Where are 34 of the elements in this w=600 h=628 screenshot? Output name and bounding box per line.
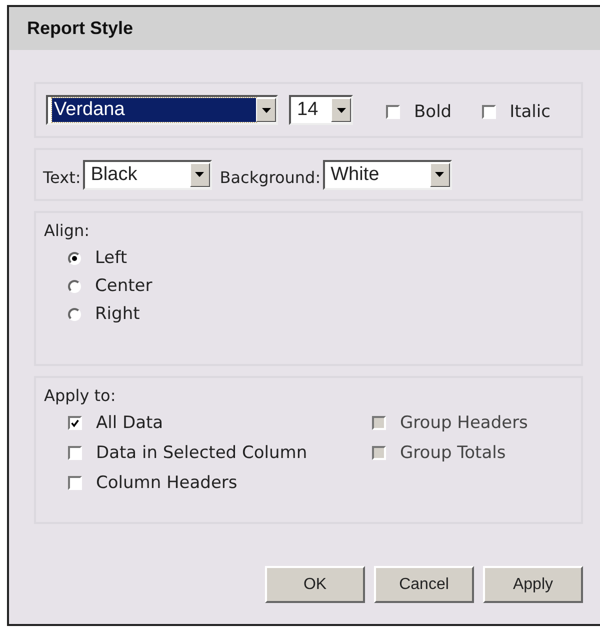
checkbox-label: Column Headers (96, 473, 238, 493)
caret-icon (331, 98, 351, 122)
dialog-button[interactable]: Apply (483, 566, 583, 603)
field-label: Background: (220, 168, 321, 187)
radio-label: Left (95, 248, 127, 268)
dialog-button[interactable]: Cancel (374, 566, 474, 603)
radio-button[interactable] (68, 280, 81, 292)
group-label: Apply to: (44, 386, 117, 405)
font-dropdown[interactable]: Verdana (46, 95, 278, 125)
group-label: Align: (44, 221, 91, 240)
checkbox-label: Group Totals (400, 443, 506, 463)
radio-label: Right (95, 304, 140, 324)
radio-button[interactable] (68, 252, 81, 264)
color-dropdown[interactable]: Black (82, 160, 212, 190)
field-label: Text: (43, 168, 81, 187)
checkbox[interactable] (386, 105, 400, 119)
caret-icon (256, 98, 276, 122)
color-dropdown[interactable]: White (322, 160, 452, 190)
checkbox[interactable] (68, 476, 82, 490)
checkbox[interactable] (68, 416, 82, 430)
checkbox-label: Group Headers (400, 413, 528, 433)
caret-icon (190, 162, 210, 186)
checkbox[interactable] (482, 105, 496, 119)
dialog-button[interactable]: OK (265, 566, 365, 603)
caret-icon (430, 162, 450, 186)
radio-label: Center (95, 276, 152, 296)
size-dropdown[interactable]: 14 (289, 95, 353, 125)
checkbox[interactable] (68, 446, 82, 460)
checkbox-label: Data in Selected Column (96, 443, 308, 463)
checkbox-label: Italic (510, 102, 550, 122)
checkbox-label: Bold (414, 102, 452, 122)
radio-button[interactable] (68, 308, 81, 320)
checkbox-label: All Data (96, 413, 164, 433)
window-title: Report Style (27, 18, 134, 39)
